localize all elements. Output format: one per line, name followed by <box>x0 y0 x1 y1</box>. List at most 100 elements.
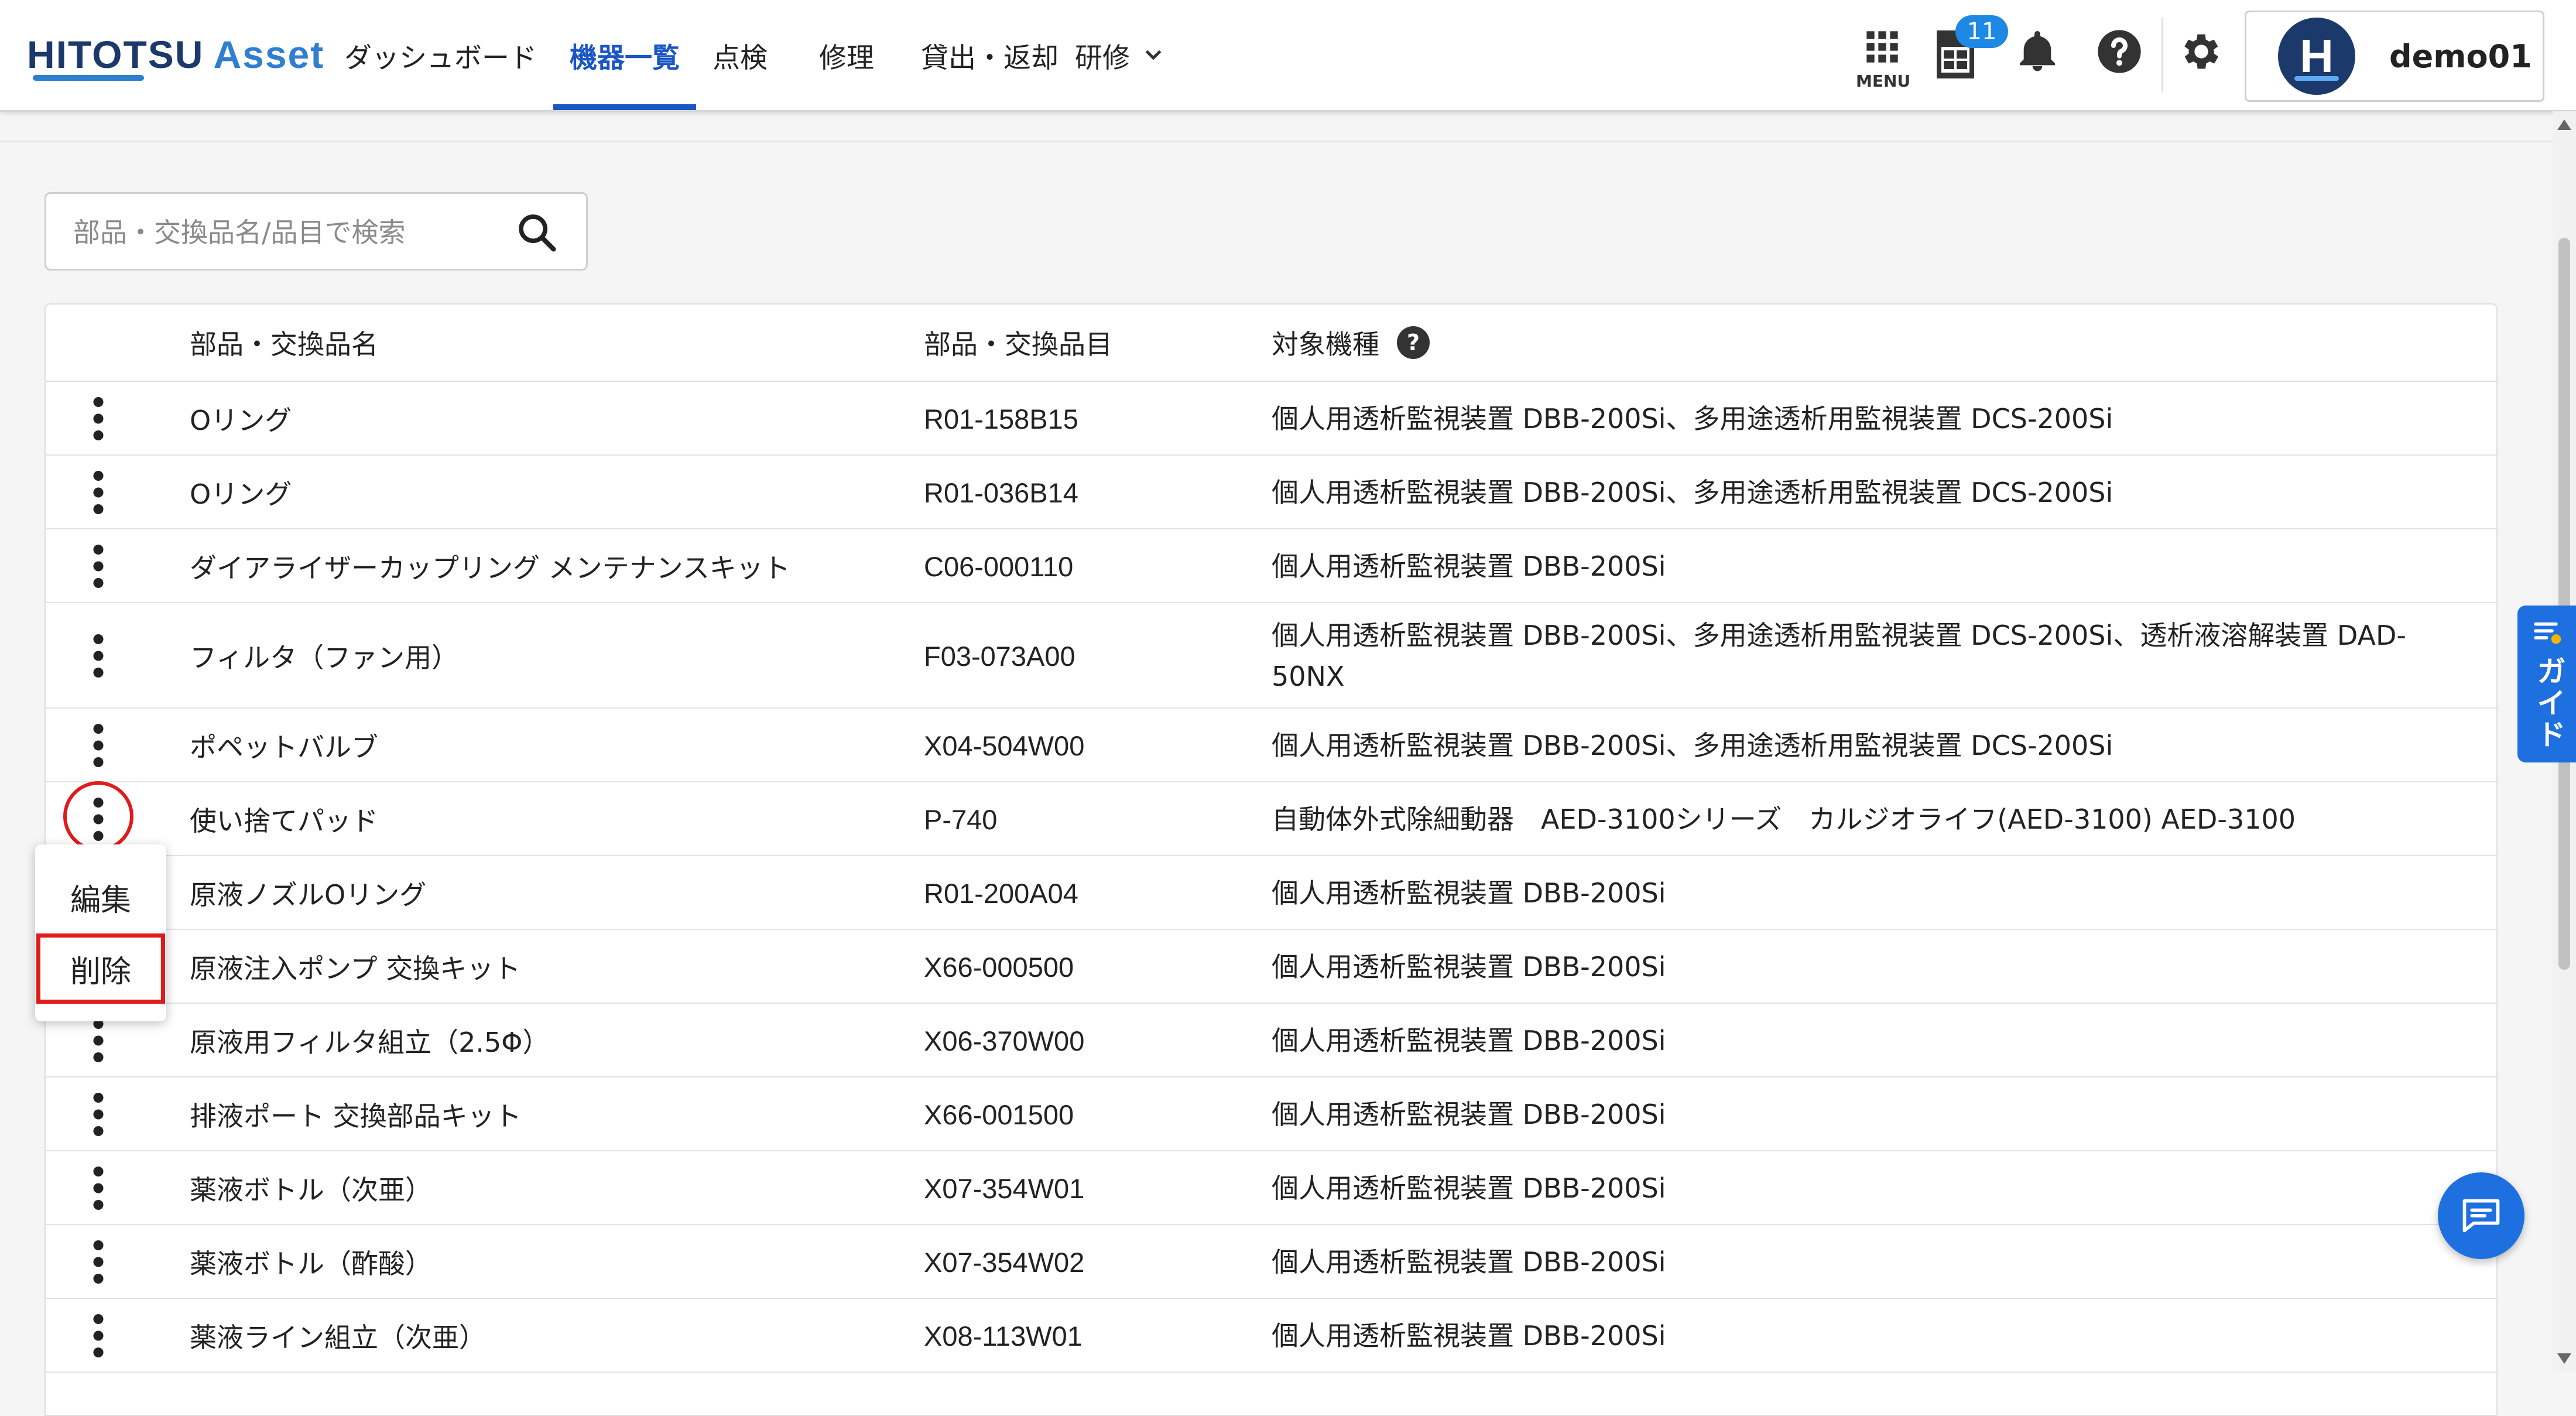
cell-part-code: C06-000110 <box>924 550 1074 582</box>
cell-part-name: 原液注入ポンプ 交換キット <box>190 953 521 984</box>
menu-label: MENU <box>1856 71 1911 91</box>
cell-part-name: 薬液ボトル（次亜） <box>190 1174 432 1206</box>
table-body: Oリング R01-158B15 個人用透析監視装置 DBB-200Si、多用途透析用… <box>46 382 2496 1373</box>
nav-item-equipment-list[interactable]: 機器一覧 <box>553 0 696 110</box>
nav-item-label: 研修 <box>1075 42 1130 74</box>
cell-target-models: 個人用透析監視装置 DBB-200Si <box>1272 1320 1666 1352</box>
cell-target-models: 個人用透析監視装置 DBB-200Si、多用途透析用監視装置 DCS-200Si <box>1272 477 2113 508</box>
user-menu-button[interactable]: H demo01 <box>2245 11 2544 102</box>
table-row[interactable]: 薬液ボトル（次亜） X07-354W01 個人用透析監視装置 DBB-200Si <box>46 1151 2496 1225</box>
column-header-label: 対象機種 <box>1272 329 1379 360</box>
logo-primary-text: HITOTSU <box>27 33 204 76</box>
app-logo[interactable]: HITOTSU Asset <box>27 28 324 81</box>
row-actions-kebab-icon[interactable] <box>81 709 116 782</box>
cell-target-models: 個人用透析監視装置 DBB-200Si <box>1272 1099 1666 1130</box>
table-row[interactable]: 原液ノズルOリング R01-200A04 個人用透析監視装置 DBB-200Si <box>46 856 2496 930</box>
scrollbar-thumb[interactable] <box>2558 238 2570 970</box>
table-row[interactable]: 薬液ライン組立（次亜） X08-113W01 個人用透析監視装置 DBB-200Si <box>46 1299 2496 1373</box>
cell-part-code: R01-200A04 <box>924 877 1078 909</box>
cell-target-models: 個人用透析監視装置 DBB-200Si <box>1272 550 1666 582</box>
scroll-down-arrow-icon[interactable] <box>2557 1353 2571 1364</box>
guide-list-icon <box>2534 622 2561 644</box>
search-icon[interactable] <box>515 210 559 255</box>
username-label: demo01 <box>2389 37 2532 75</box>
row-actions-kebab-icon[interactable] <box>81 603 116 709</box>
cell-target-models: 個人用透析監視装置 DBB-200Si <box>1272 1246 1666 1278</box>
cell-part-code: X07-354W01 <box>924 1172 1085 1204</box>
chevron-down-icon <box>1145 50 1162 60</box>
cell-target-models: 個人用透析監視装置 DBB-200Si、多用途透析用監視装置 DCS-200Si <box>1272 730 2113 761</box>
table-row[interactable]: 原液用フィルタ組立（2.5Φ） X06-370W00 個人用透析監視装置 DBB-2… <box>46 1004 2496 1078</box>
cell-part-name: 薬液ボトル（酢酸） <box>190 1248 432 1280</box>
row-actions-kebab-icon[interactable] <box>81 1151 116 1225</box>
grid-menu-icon <box>1866 31 1898 63</box>
nav-item-lending[interactable]: 貸出・返却 <box>890 0 1075 110</box>
table-row[interactable]: ダイアライザーカップリング メンテナンスキット C06-000110 個人用透析監視… <box>46 529 2496 603</box>
chat-button[interactable] <box>2438 1172 2524 1259</box>
row-actions-kebab-icon[interactable] <box>81 529 116 603</box>
row-actions-kebab-icon[interactable] <box>81 456 116 529</box>
cell-part-name: フィルタ（ファン用） <box>190 642 459 673</box>
help-button[interactable] <box>2096 28 2149 81</box>
nav-item-dashboard[interactable]: ダッシュボード <box>328 0 553 110</box>
menu-item-delete[interactable]: 削除 <box>36 933 165 1004</box>
guide-tab[interactable]: ガイド <box>2517 606 2576 762</box>
nav-item-repair[interactable]: 修理 <box>784 0 890 110</box>
cell-target-models: 個人用透析監視装置 DBB-200Si、多用途透析用監視装置 DCS-200Si <box>1272 403 2113 435</box>
table-row[interactable]: Oリング R01-158B15 個人用透析監視装置 DBB-200Si、多用途透析用… <box>46 382 2496 456</box>
nav-item-label: 点検 <box>712 42 768 74</box>
cell-part-code: X06-370W00 <box>924 1025 1085 1056</box>
menu-item-edit[interactable]: 編集 <box>35 862 166 932</box>
column-header-target-models: 対象機種 ? <box>1272 305 1430 381</box>
cell-part-name: Oリング <box>190 405 292 436</box>
parts-table: 部品・交換品名 部品・交換品目 対象機種 ? Oリング R01-158B15 個人用… <box>44 303 2498 1416</box>
nav-item-label: 修理 <box>819 42 874 74</box>
table-row[interactable]: 排液ポート 交換部品キット X66-001500 個人用透析監視装置 DBB-200… <box>46 1078 2496 1151</box>
nav-item-label: 貸出・返却 <box>921 42 1059 74</box>
cell-target-models: 自動体外式除細動器 AED-3100シリーズ カルジオライフ(AED-3100)… <box>1272 803 2296 835</box>
avatar: H <box>2278 18 2355 95</box>
notification-bell-button[interactable] <box>2014 28 2067 81</box>
column-header-part-code[interactable]: 部品・交換品目 <box>924 305 1112 381</box>
table-row[interactable]: 原液注入ポンプ 交換キット X66-000500 個人用透析監視装置 DBB-200… <box>46 930 2496 1004</box>
cell-part-name: ダイアライザーカップリング メンテナンスキット <box>190 552 790 584</box>
settings-button[interactable] <box>2178 28 2231 81</box>
app-menu-button[interactable]: MENU <box>1856 28 1911 93</box>
cell-part-code: R01-036B14 <box>924 477 1078 508</box>
nav-item-inspection[interactable]: 点検 <box>696 0 784 110</box>
row-actions-kebab-icon[interactable] <box>81 1299 116 1373</box>
row-actions-kebab-icon[interactable] <box>81 1078 116 1151</box>
row-actions-kebab-icon[interactable] <box>81 1225 116 1299</box>
help-icon <box>2098 30 2141 73</box>
table-row[interactable]: ポペットバルブ X04-504W00 個人用透析監視装置 DBB-200Si、多用途… <box>46 709 2496 782</box>
table-row[interactable]: 薬液ボトル（酢酸） X07-354W02 個人用透析監視装置 DBB-200Si <box>46 1225 2496 1299</box>
cell-part-code: R01-158B15 <box>924 403 1078 435</box>
cell-part-name: 排液ポート 交換部品キット <box>190 1100 522 1132</box>
logo-secondary-text: Asset <box>213 33 325 76</box>
column-header-part-name[interactable]: 部品・交換品名 <box>190 305 378 381</box>
guide-tab-label: ガイド <box>2532 656 2566 751</box>
scroll-up-arrow-icon[interactable] <box>2557 119 2571 130</box>
notification-count-badge: 11 <box>1955 15 2008 48</box>
gear-icon <box>2184 34 2218 69</box>
nav-item-training[interactable]: 研修 <box>1075 0 1181 110</box>
cell-part-code: X07-354W02 <box>924 1246 1085 1278</box>
cell-target-models: 個人用透析監視装置 DBB-200Si <box>1272 1172 1666 1204</box>
nav-item-label: 機器一覧 <box>570 42 680 74</box>
table-row[interactable]: Oリング R01-036B14 個人用透析監視装置 DBB-200Si、多用途透析用… <box>46 456 2496 529</box>
table-row[interactable]: 使い捨てパッド P-740 自動体外式除細動器 AED-3100シリーズ カルジオラ… <box>46 782 2496 856</box>
cell-part-code: X66-000500 <box>924 951 1074 983</box>
help-icon[interactable]: ? <box>1397 326 1430 359</box>
cell-part-name: 原液ノズルOリング <box>190 879 427 911</box>
row-actions-kebab-icon[interactable] <box>81 382 116 456</box>
cell-part-name: 薬液ライン組立（次亜） <box>190 1322 486 1353</box>
table-row[interactable]: フィルタ（ファン用） F03-073A00 個人用透析監視装置 DBB-200Si、… <box>46 603 2496 709</box>
cell-part-code: P-740 <box>924 803 998 835</box>
cell-part-name: 使い捨てパッド <box>190 805 378 837</box>
cell-part-code: X66-001500 <box>924 1099 1074 1130</box>
chat-icon <box>2462 1199 2500 1233</box>
search-input[interactable] <box>72 211 508 254</box>
search-box <box>44 192 588 271</box>
cell-part-code: X08-113W01 <box>924 1320 1083 1352</box>
main-nav: ダッシュボード 機器一覧 点検 修理 貸出・返却 研修 <box>328 0 1181 110</box>
